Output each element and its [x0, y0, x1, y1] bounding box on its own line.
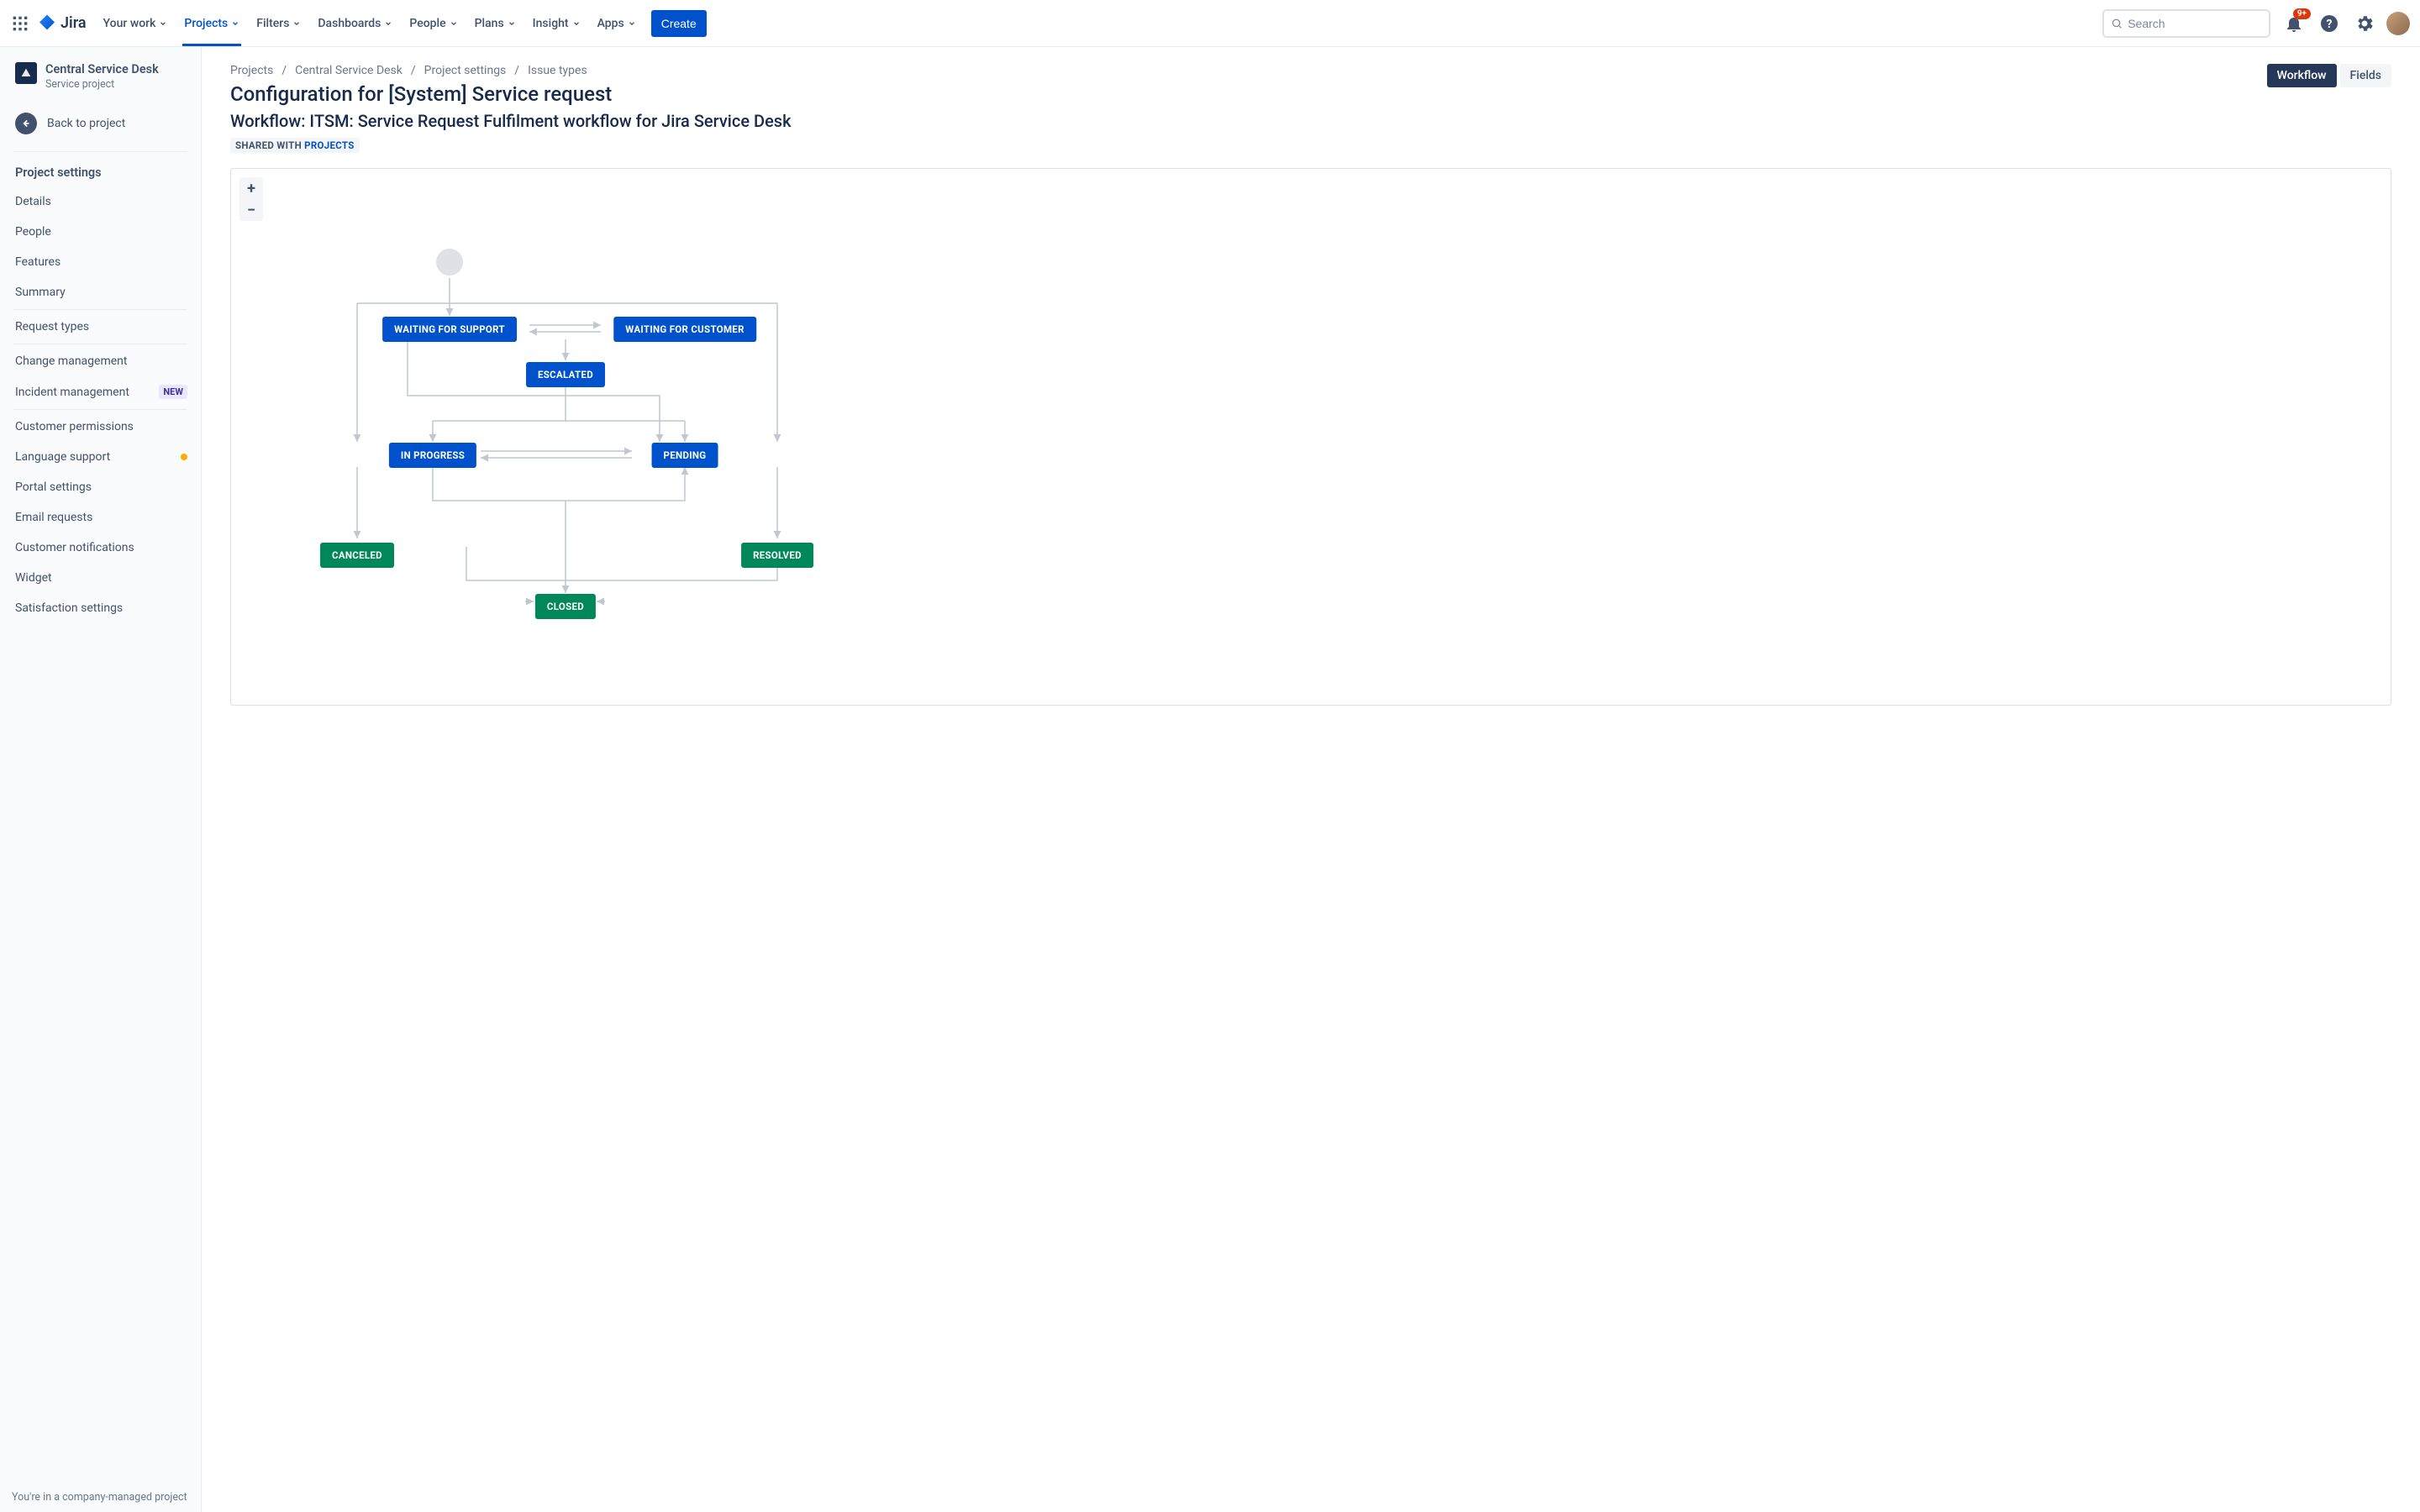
chevron-down-icon [159, 19, 167, 28]
create-button[interactable]: Create [651, 10, 707, 37]
nav-items: Your workProjectsFiltersDashboardsPeople… [97, 0, 643, 46]
main-content: Projects/Central Service Desk/Project se… [202, 47, 2420, 1512]
nav-item-projects[interactable]: Projects [177, 0, 246, 46]
sidebar-footer: You're in a company-managed project [8, 1483, 192, 1512]
back-label: Back to project [47, 117, 125, 130]
nav-item-your-work[interactable]: Your work [97, 0, 175, 46]
chevron-down-icon [231, 19, 239, 28]
sidebar-item-change-management[interactable]: Change management [8, 346, 192, 376]
workflow-arrows [231, 169, 2391, 705]
nav-item-insight[interactable]: Insight [526, 0, 587, 46]
sidebar-item-customer-permissions[interactable]: Customer permissions [8, 412, 192, 442]
search-box[interactable] [2102, 9, 2270, 38]
project-title: Central Service Desk [45, 62, 159, 76]
back-arrow-icon [15, 113, 37, 134]
sidebar-item-details[interactable]: Details [8, 186, 192, 217]
breadcrumb-projects[interactable]: Projects [230, 64, 273, 77]
status-in-progress[interactable]: IN PROGRESS [389, 443, 476, 468]
sidebar: Central Service Desk Service project Bac… [0, 47, 202, 1512]
status-closed[interactable]: CLOSED [535, 594, 596, 619]
chevron-down-icon [572, 19, 581, 28]
chevron-down-icon [384, 19, 392, 28]
sidebar-item-widget[interactable]: Widget [8, 563, 192, 593]
settings-icon[interactable] [2351, 10, 2378, 37]
chevron-down-icon [628, 19, 636, 28]
search-icon [2111, 17, 2123, 30]
sidebar-item-portal-settings[interactable]: Portal settings [8, 472, 192, 502]
nav-item-plans[interactable]: Plans [468, 0, 523, 46]
nav-item-dashboards[interactable]: Dashboards [311, 0, 399, 46]
user-avatar[interactable] [2386, 12, 2410, 35]
top-nav: Jira Your workProjectsFiltersDashboardsP… [0, 0, 2420, 47]
breadcrumb-central-service-desk[interactable]: Central Service Desk [295, 64, 402, 77]
svg-text:?: ? [2327, 18, 2333, 31]
top-right-icons: 9+ ? [2281, 10, 2410, 37]
sidebar-item-customer-notifications[interactable]: Customer notifications [8, 533, 192, 563]
tab-workflow[interactable]: Workflow [2267, 64, 2337, 87]
nav-item-apps[interactable]: Apps [591, 0, 643, 46]
project-subtitle: Service project [45, 78, 159, 91]
status-canceled[interactable]: CANCELED [320, 543, 394, 568]
status-waiting-for-support[interactable]: WAITING FOR SUPPORT [382, 317, 517, 342]
chevron-down-icon [292, 19, 301, 28]
nav-item-people[interactable]: People [402, 0, 464, 46]
page-subtitle: Workflow: ITSM: Service Request Fulfilme… [230, 111, 2254, 131]
sidebar-item-email-requests[interactable]: Email requests [8, 502, 192, 533]
sidebar-item-features[interactable]: Features [8, 247, 192, 277]
view-tabs: WorkflowFields [2267, 64, 2391, 87]
sidebar-item-people[interactable]: People [8, 217, 192, 247]
nav-item-filters[interactable]: Filters [250, 0, 308, 46]
workflow-start-node[interactable] [436, 249, 463, 276]
status-pending[interactable]: PENDING [652, 443, 718, 468]
project-header[interactable]: Central Service Desk Service project [8, 62, 192, 104]
sidebar-item-language-support[interactable]: Language support [8, 442, 192, 472]
shared-tag: SHARED WITH PROJECTS [230, 138, 360, 153]
status-resolved[interactable]: RESOLVED [741, 543, 813, 568]
notification-badge: 9+ [2293, 8, 2311, 19]
status-waiting-for-customer[interactable]: WAITING FOR CUSTOMER [613, 317, 756, 342]
breadcrumbs: Projects/Central Service Desk/Project se… [230, 64, 2254, 77]
sidebar-item-summary[interactable]: Summary [8, 277, 192, 307]
shared-projects-link[interactable]: PROJECTS [304, 139, 354, 151]
sidebar-item-satisfaction-settings[interactable]: Satisfaction settings [8, 593, 192, 623]
breadcrumb-issue-types[interactable]: Issue types [528, 64, 587, 77]
search-input[interactable] [2128, 17, 2262, 30]
page-title: Configuration for [System] Service reque… [230, 82, 2254, 106]
jira-logo[interactable]: Jira [37, 13, 87, 34]
workflow-diagram[interactable]: + − [230, 168, 2391, 706]
chevron-down-icon [508, 19, 516, 28]
sidebar-item-incident-management[interactable]: Incident managementNEW [8, 376, 192, 407]
status-escalated[interactable]: ESCALATED [526, 362, 605, 387]
new-badge: NEW [159, 385, 187, 399]
notifications-icon[interactable]: 9+ [2281, 10, 2307, 37]
back-to-project[interactable]: Back to project [8, 104, 192, 150]
app-switcher-icon[interactable] [10, 13, 30, 34]
breadcrumb-project-settings[interactable]: Project settings [424, 64, 507, 77]
attention-dot [181, 454, 187, 460]
chevron-down-icon [450, 19, 458, 28]
tab-fields[interactable]: Fields [2340, 64, 2391, 87]
jira-logo-text: Jira [60, 14, 87, 32]
project-icon [15, 62, 37, 84]
sidebar-section-title: Project settings [8, 154, 192, 186]
help-icon[interactable]: ? [2316, 10, 2343, 37]
sidebar-item-request-types[interactable]: Request types [8, 312, 192, 342]
